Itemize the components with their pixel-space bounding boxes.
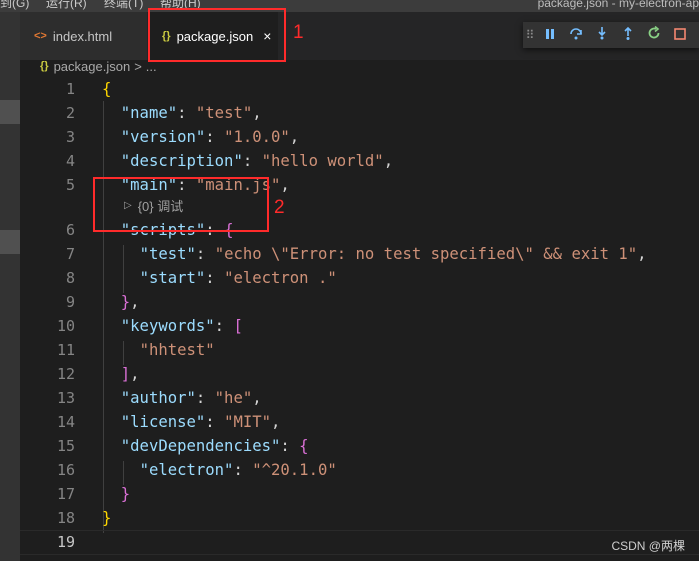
json-key: "electron": [139, 461, 234, 479]
menu-bar: 到(G) 运行(R) 终端(T) 帮助(H) package.json - my…: [0, 0, 699, 12]
annotation-label-1: 1: [293, 22, 304, 43]
json-key: "author": [120, 389, 196, 407]
activity-bar: [0, 12, 20, 561]
step-out-icon[interactable]: [615, 22, 641, 48]
activity-item-marker[interactable]: [0, 100, 20, 124]
line-number: 11: [56, 341, 75, 359]
drag-grip-icon[interactable]: ⠿: [523, 28, 537, 42]
window-title: package.json - my-electron-ap: [537, 0, 699, 10]
json-key: "devDependencies": [120, 437, 281, 455]
code-line[interactable]: "author": "he",: [102, 386, 262, 410]
code-line[interactable]: }: [102, 482, 130, 506]
menu-goto[interactable]: 到(G): [0, 0, 29, 9]
line-number: 18: [56, 509, 75, 527]
json-string: "echo \"Error: no test specified\" && ex…: [214, 245, 638, 263]
json-key: "start": [139, 269, 206, 287]
code-line[interactable]: "keywords": [: [102, 314, 243, 338]
line-number: 2: [65, 104, 75, 122]
json-key: "description": [120, 152, 243, 170]
json-string: "hhtest": [139, 341, 215, 359]
code-line[interactable]: ],: [102, 362, 140, 386]
debug-toolbar: ⠿: [523, 22, 699, 48]
json-string: "test": [195, 104, 253, 122]
current-line-highlight: [20, 530, 699, 555]
line-number: 14: [56, 413, 75, 431]
code-line[interactable]: "name": "test",: [102, 101, 262, 125]
line-number: 10: [56, 317, 75, 335]
pause-icon[interactable]: [537, 22, 563, 48]
restart-icon[interactable]: [641, 22, 667, 48]
activity-item-marker[interactable]: [0, 230, 20, 254]
json-string: "electron .": [224, 269, 337, 287]
json-key: "version": [120, 128, 206, 146]
json-file-icon: {}: [40, 60, 49, 72]
watermark: CSDN @两棵: [611, 539, 685, 553]
line-number: 5: [65, 176, 75, 194]
tab-index-html[interactable]: <> index.html: [20, 12, 147, 60]
line-number: 16: [56, 461, 75, 479]
code-line[interactable]: "electron": "^20.1.0": [102, 458, 337, 482]
line-number: 1: [65, 80, 75, 98]
tab-label: index.html: [52, 28, 113, 44]
json-string: "hello world": [261, 152, 384, 170]
brace: }: [120, 293, 131, 311]
code-line[interactable]: }: [102, 506, 111, 530]
brace: {: [102, 80, 112, 98]
line-number: 13: [56, 389, 75, 407]
code-line[interactable]: "license": "MIT",: [102, 410, 281, 434]
line-number: 6: [65, 221, 75, 239]
step-into-icon[interactable]: [589, 22, 615, 48]
line-number: 12: [56, 365, 75, 383]
menu-terminal[interactable]: 终端(T): [104, 0, 143, 9]
bracket: ]: [120, 365, 131, 383]
line-number: 3: [65, 128, 75, 146]
annotation-box-2: [93, 177, 269, 232]
brace: {: [299, 437, 309, 455]
line-number: 8: [65, 269, 75, 287]
line-number: 7: [65, 245, 75, 263]
code-line[interactable]: "test": "echo \"Error: no test specified…: [102, 242, 647, 266]
html-file-icon: <>: [34, 30, 47, 42]
line-number: 4: [65, 152, 75, 170]
code-line[interactable]: {: [102, 77, 111, 101]
code-line[interactable]: },: [102, 290, 140, 314]
json-key: "license": [120, 413, 206, 431]
breadcrumb-file[interactable]: package.json: [54, 59, 131, 74]
code-line[interactable]: "start": "electron .": [102, 266, 337, 290]
stop-icon[interactable]: [667, 22, 693, 48]
code-line[interactable]: "devDependencies": {: [102, 434, 309, 458]
step-over-icon[interactable]: [563, 22, 589, 48]
line-number: 15: [56, 437, 75, 455]
code-line[interactable]: "hhtest": [102, 338, 215, 362]
json-string: "MIT": [224, 413, 272, 431]
json-string: "1.0.0": [224, 128, 290, 146]
line-number: 17: [56, 485, 75, 503]
annotation-box-1: [148, 8, 286, 62]
brace: }: [120, 485, 131, 503]
json-string: "he": [214, 389, 253, 407]
line-number: 9: [65, 293, 75, 311]
line-number: 19: [56, 533, 75, 551]
json-key: "name": [120, 104, 178, 122]
json-key: "keywords": [120, 317, 215, 335]
breadcrumb: {} package.json > ...: [40, 56, 157, 76]
brace: }: [102, 509, 112, 527]
bracket: [: [233, 317, 243, 335]
code-line[interactable]: "description": "hello world",: [102, 149, 393, 173]
json-string: "^20.1.0": [252, 461, 337, 479]
json-key: "test": [139, 245, 196, 263]
annotation-label-2: 2: [274, 197, 285, 218]
breadcrumb-separator: >: [134, 58, 142, 74]
code-line[interactable]: "version": "1.0.0",: [102, 125, 299, 149]
menu-run[interactable]: 运行(R): [46, 0, 87, 9]
